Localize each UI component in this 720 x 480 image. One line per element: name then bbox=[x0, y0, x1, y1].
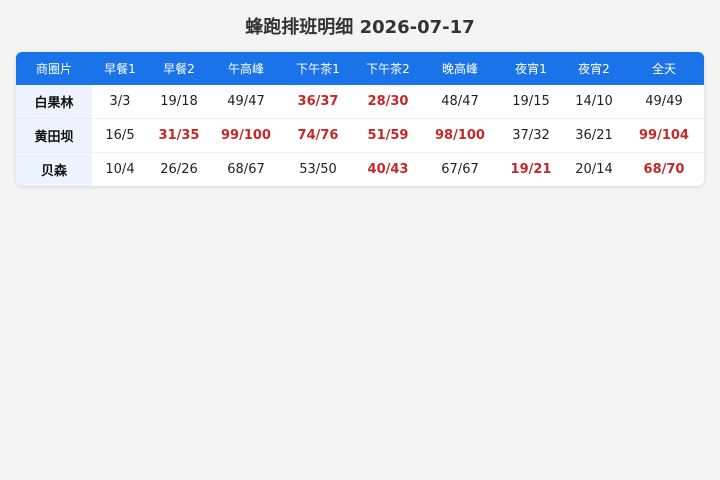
table-cell: 19/21 bbox=[510, 162, 552, 177]
table-cell: 68/70 bbox=[643, 162, 685, 177]
column-header-dinner-peak: 晚高峰 bbox=[422, 52, 498, 85]
row-area-label: 黄田坝 bbox=[16, 118, 92, 153]
table-cell: 99/104 bbox=[624, 118, 704, 153]
table-row: 白果林 3/3 19/18 49/47 36/37 28/30 48/47 19… bbox=[16, 85, 704, 119]
column-header-lunch-peak: 午高峰 bbox=[210, 52, 282, 85]
table-cell: 99/100 bbox=[210, 118, 282, 153]
column-header-breakfast-1: 早餐1 bbox=[92, 52, 148, 85]
column-header-afternoon-tea-1: 下午茶1 bbox=[282, 52, 354, 85]
column-header-late-night-1: 夜宵1 bbox=[498, 52, 564, 85]
column-header-afternoon-tea-2: 下午茶2 bbox=[354, 52, 422, 85]
page-title: 蜂跑排班明细 2026-07-17 bbox=[245, 17, 475, 38]
table-cell: 26/26 bbox=[160, 162, 198, 177]
table-cell: 68/67 bbox=[227, 162, 265, 177]
table-cell: 14/10 bbox=[564, 85, 624, 119]
table-cell: 19/18 bbox=[148, 85, 210, 119]
table-cell: 74/76 bbox=[282, 118, 354, 153]
table-cell: 48/47 bbox=[422, 85, 498, 119]
column-header-all-day: 全天 bbox=[624, 52, 704, 85]
table-cell: 36/21 bbox=[564, 118, 624, 153]
table-row: 贝森 10/4 26/26 68/67 53/50 40/43 67/67 19… bbox=[16, 152, 704, 186]
table-cell: 3/3 bbox=[92, 85, 148, 119]
page: 蜂跑排班明细 2026-07-17 商圈片 早餐1 早餐2 午高峰 下午茶1 下… bbox=[0, 0, 720, 480]
table-cell: 98/100 bbox=[422, 118, 498, 153]
table-cell: 67/67 bbox=[441, 162, 479, 177]
schedule-table-card: 商圈片 早餐1 早餐2 午高峰 下午茶1 下午茶2 晚高峰 夜宵1 夜宵2 全天… bbox=[16, 52, 704, 186]
table-cell: 19/15 bbox=[498, 85, 564, 119]
row-area-label: 贝森 bbox=[16, 152, 92, 186]
column-header-area: 商圈片 bbox=[16, 52, 92, 85]
table-header-row: 商圈片 早餐1 早餐2 午高峰 下午茶1 下午茶2 晚高峰 夜宵1 夜宵2 全天 bbox=[16, 52, 704, 85]
table-cell: 37/32 bbox=[498, 118, 564, 153]
table-cell: 31/35 bbox=[148, 118, 210, 153]
table-cell: 53/50 bbox=[299, 162, 337, 177]
table-cell: 28/30 bbox=[354, 85, 422, 119]
table-row: 黄田坝 16/5 31/35 99/100 74/76 51/59 98/100… bbox=[16, 118, 704, 153]
table-cell: 10/4 bbox=[105, 162, 135, 177]
column-header-breakfast-2: 早餐2 bbox=[148, 52, 210, 85]
table-cell: 49/47 bbox=[210, 85, 282, 119]
table-cell: 16/5 bbox=[92, 118, 148, 153]
table-cell: 40/43 bbox=[367, 162, 409, 177]
row-area-label: 白果林 bbox=[16, 85, 92, 119]
column-header-late-night-2: 夜宵2 bbox=[564, 52, 624, 85]
table-cell: 49/49 bbox=[624, 85, 704, 119]
table-cell: 36/37 bbox=[282, 85, 354, 119]
table-cell: 20/14 bbox=[575, 162, 613, 177]
schedule-table: 商圈片 早餐1 早餐2 午高峰 下午茶1 下午茶2 晚高峰 夜宵1 夜宵2 全天… bbox=[16, 52, 704, 186]
table-cell: 51/59 bbox=[354, 118, 422, 153]
